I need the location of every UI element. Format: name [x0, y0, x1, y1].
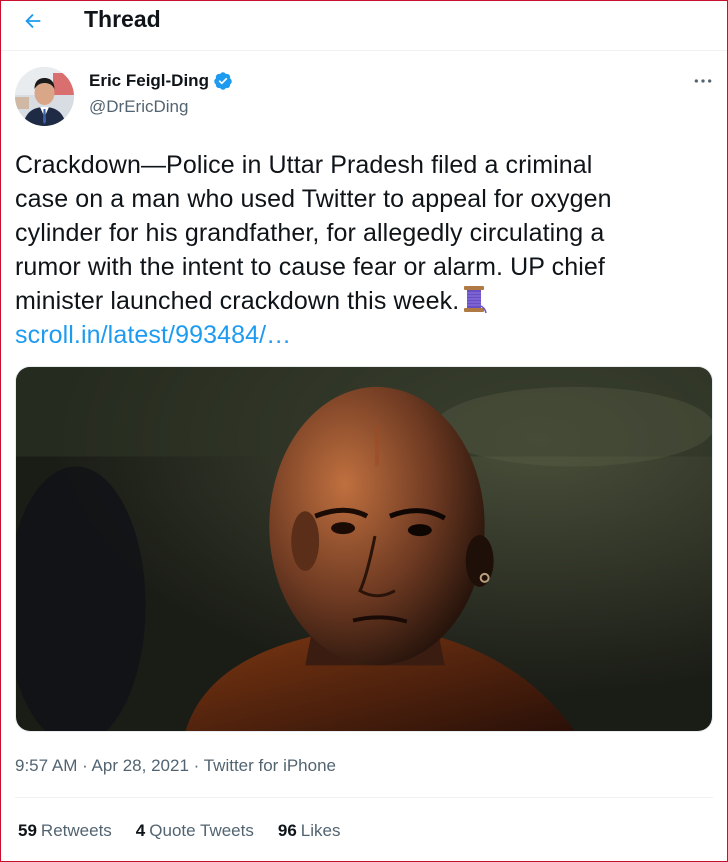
- retweets-count: 59: [18, 821, 37, 840]
- divider: [15, 797, 713, 798]
- likes-stat[interactable]: 96 Likes: [278, 821, 341, 841]
- verified-badge-icon: [214, 72, 232, 90]
- tweet-source[interactable]: Twitter for iPhone: [204, 756, 336, 775]
- arrow-left-icon: [25, 13, 41, 29]
- tweet-text-line: case on a man who used Twitter to appeal…: [15, 185, 612, 213]
- likes-count: 96: [277, 821, 297, 840]
- author-name-row: Eric Feigl-Ding: [89, 71, 233, 91]
- retweets-stat[interactable]: 59 Retweets: [18, 821, 112, 841]
- quote-tweets-label: Quote Tweets: [149, 821, 254, 840]
- avatar[interactable]: [15, 67, 74, 126]
- quote-tweets-stat[interactable]: 4 Quote Tweets: [136, 821, 254, 841]
- tweet-meta: 9:57 AM · Apr 28, 2021 · Twitter for iPh…: [15, 756, 336, 776]
- tweet-text-line: cylinder for his grandfather, for allege…: [15, 219, 605, 247]
- tweet-text: Crackdown—Police in Uttar Pradesh filed …: [15, 148, 715, 352]
- meta-separator: ·: [77, 756, 92, 775]
- meta-separator: ·: [188, 756, 204, 775]
- likes-label: Likes: [300, 821, 341, 840]
- thread-spool-icon: [464, 286, 488, 314]
- tweet-text-line-content: minister launched crackdown this week.: [15, 287, 460, 315]
- photo-image: [16, 367, 712, 731]
- tweet-text-line-last: minister launched crackdown this week.: [15, 284, 715, 318]
- retweets-label: Retweets: [40, 821, 112, 840]
- author-name[interactable]: Eric Feigl-Ding: [89, 71, 209, 91]
- page-title: Thread: [84, 6, 161, 32]
- thread-header: Thread: [0, 0, 728, 51]
- tweet-date[interactable]: Apr 28, 2021: [92, 756, 189, 775]
- author-handle[interactable]: @DrEricDing: [89, 97, 188, 117]
- back-button[interactable]: [14, 4, 52, 38]
- tweet-photo[interactable]: [15, 366, 713, 732]
- tweet-time[interactable]: 9:57 AM: [15, 756, 77, 775]
- more-horizontal-icon: [694, 79, 712, 83]
- tweet-link[interactable]: scroll.in/latest/993484/…: [15, 321, 291, 349]
- tweet-text-line: Crackdown—Police in Uttar Pradesh filed …: [15, 151, 593, 179]
- tweet-link-line: scroll.in/latest/993484/…: [15, 318, 715, 352]
- quote-tweets-count: 4: [135, 821, 146, 840]
- more-options-button[interactable]: [688, 70, 718, 92]
- tweet-text-line: rumor with the intent to cause fear or a…: [15, 253, 605, 281]
- tweet-stats: 59 Retweets 4 Quote Tweets 96 Likes: [18, 821, 364, 841]
